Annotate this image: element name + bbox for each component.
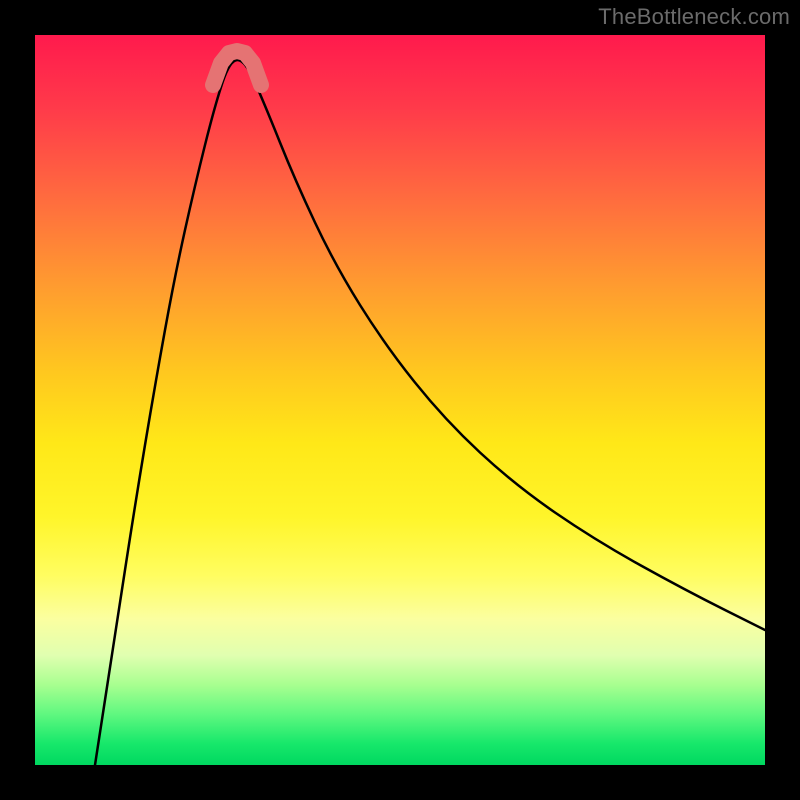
chart-frame: TheBottleneck.com [0, 0, 800, 800]
curve-layer [35, 35, 765, 765]
curve-minimum-highlight [213, 51, 261, 85]
bottleneck-curve [95, 60, 765, 765]
plot-area [35, 35, 765, 765]
watermark-text: TheBottleneck.com [598, 4, 790, 30]
